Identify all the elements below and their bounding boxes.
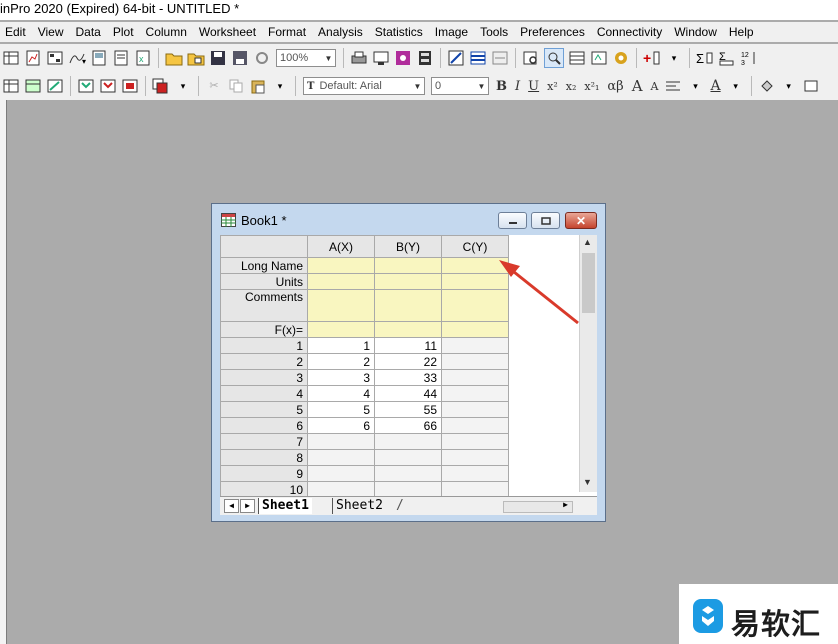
watermark-text: 易软汇 <box>731 609 822 641</box>
watermark: 易软汇 <box>679 584 838 644</box>
red-arrow-icon <box>499 260 579 325</box>
watermark-logo-icon <box>693 599 723 633</box>
annotation-arrow-layer <box>499 260 579 325</box>
